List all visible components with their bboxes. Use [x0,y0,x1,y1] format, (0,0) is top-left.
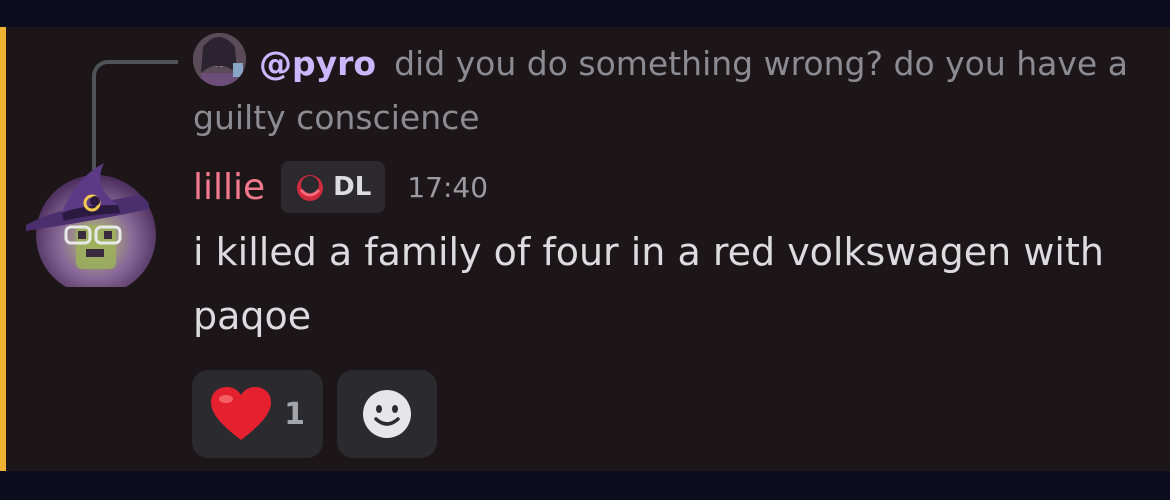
server-tag[interactable]: DL [281,161,386,213]
reply-mention[interactable]: @pyro [259,44,376,83]
message-timestamp[interactable]: 17:40 [407,171,488,204]
tag-badge-icon [297,175,324,201]
reply-spine [92,60,178,170]
reaction-count: 1 [284,396,305,432]
author-username[interactable]: lillie [193,167,265,208]
message-content: i killed a family of four in a red volks… [193,230,1104,338]
reaction-heart-button[interactable]: 1 [192,370,323,458]
server-tag-label: DL [333,172,372,202]
red-heart-icon [211,387,272,440]
highlight-accent-bar [0,27,6,471]
reply-preview[interactable]: @pyro did you do something wrong? do you … [193,37,1153,145]
author-avatar[interactable] [22,157,162,295]
message-header: lillie DL 17:40 [193,161,488,213]
add-reaction-smiley-icon [363,390,411,438]
add-reaction-button[interactable] [337,370,437,458]
message-item[interactable]: @pyro did you do something wrong? do you … [0,27,1170,471]
